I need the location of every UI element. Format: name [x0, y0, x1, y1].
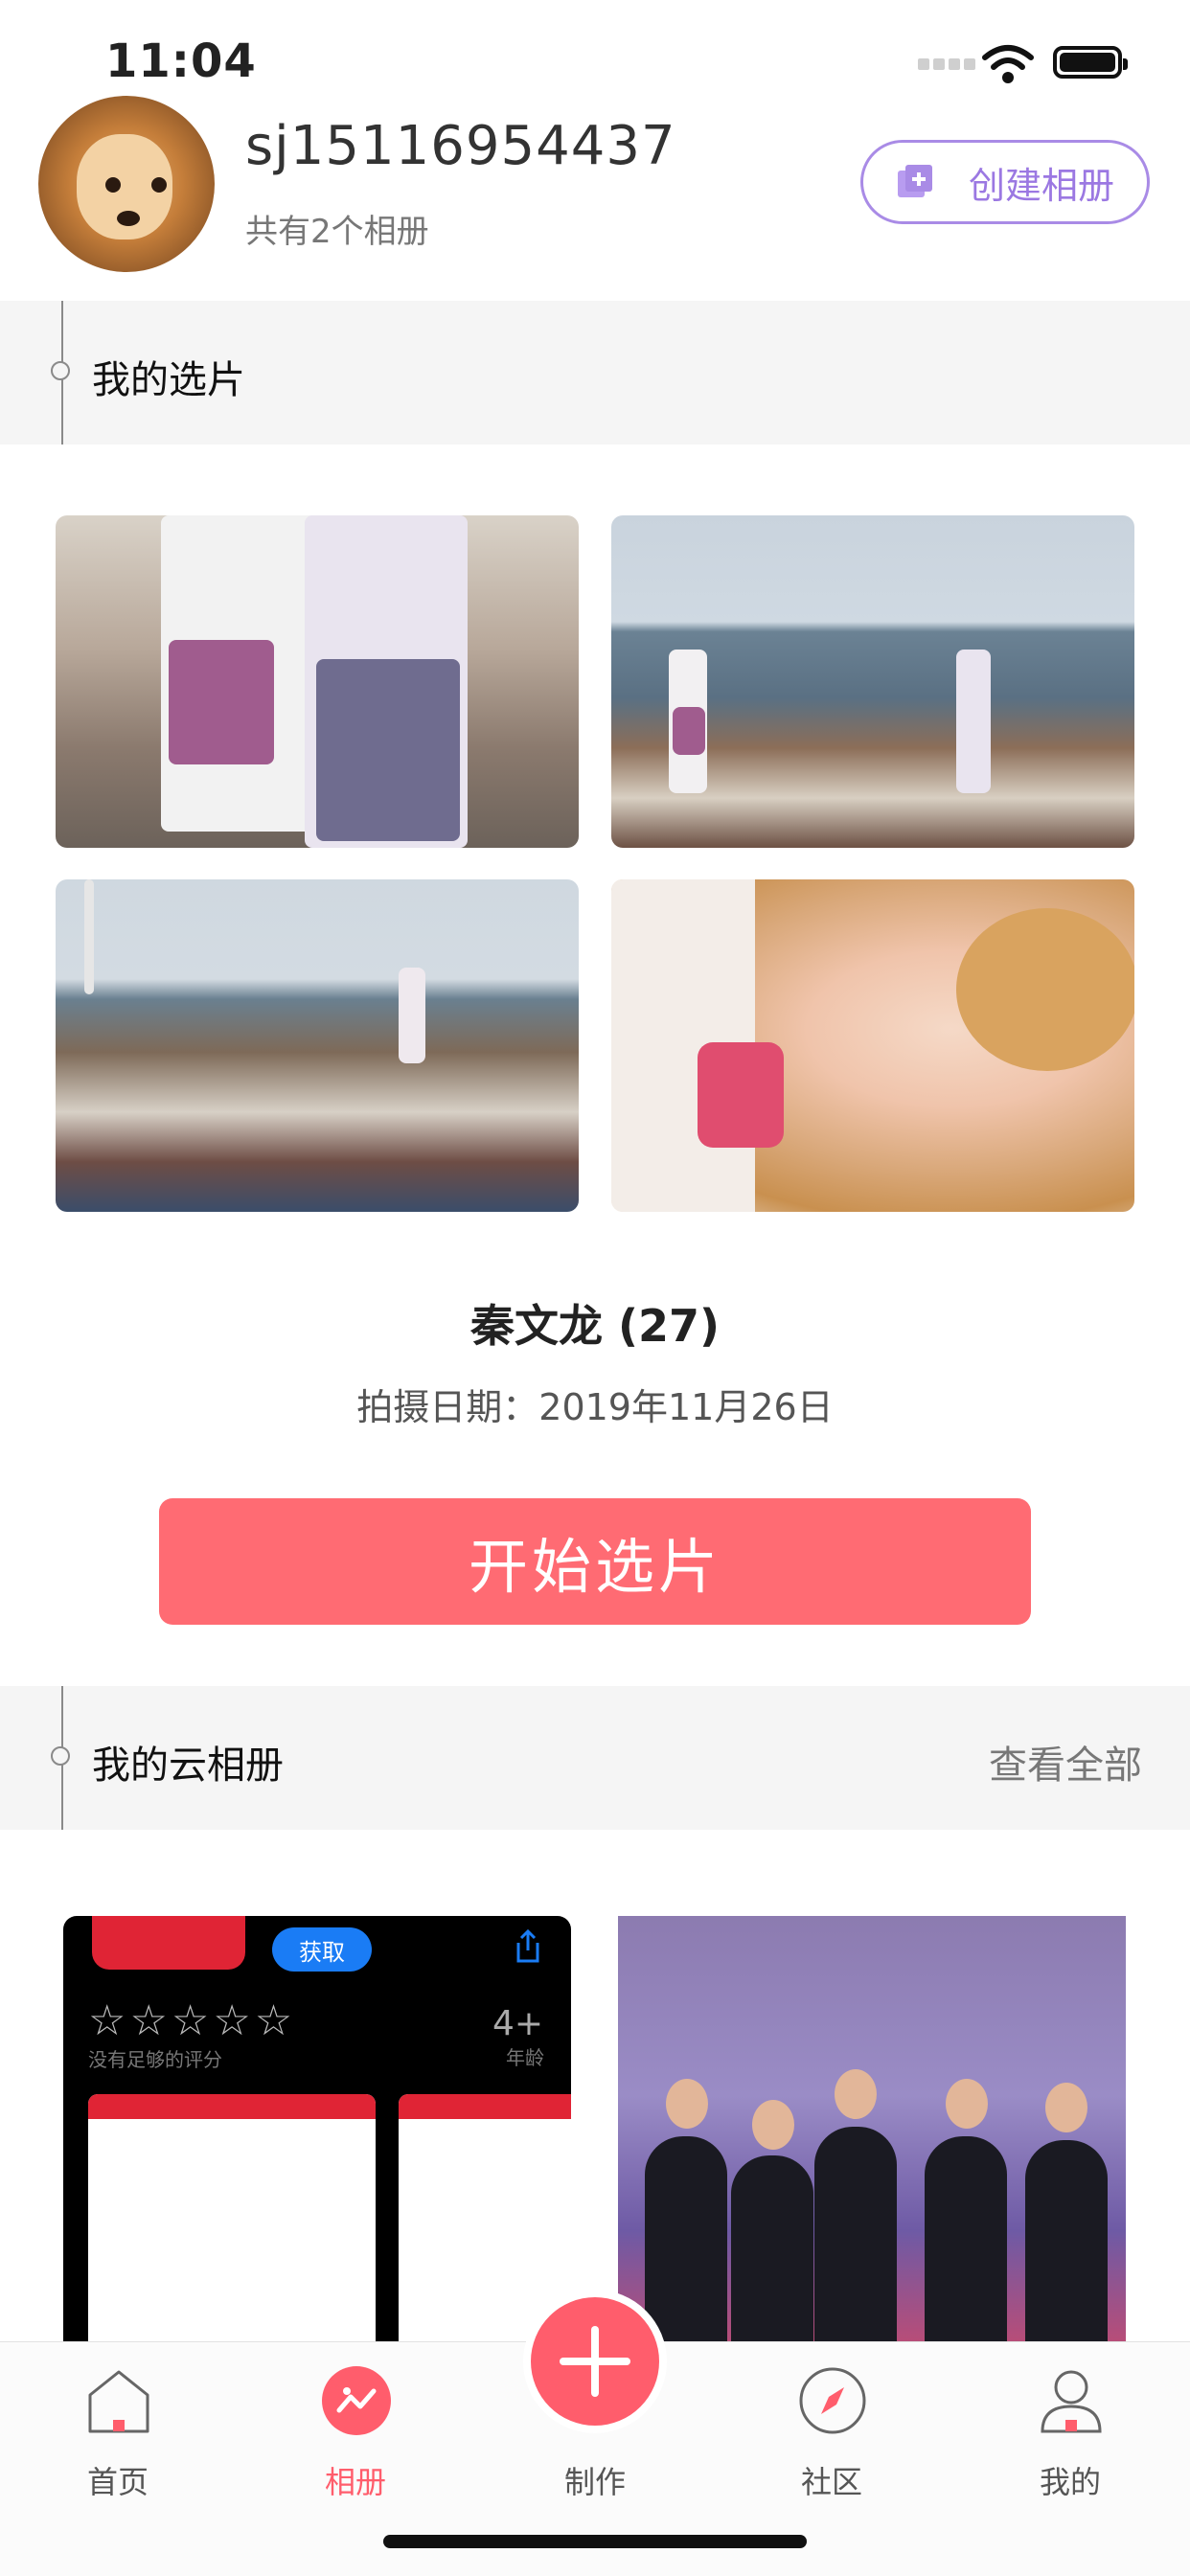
selection-photo-4[interactable] [611, 879, 1134, 1212]
tab-home[interactable]: 首页 [46, 2366, 190, 2510]
status-time: 11:04 [105, 34, 257, 88]
album-name: 秦文龙 (27) [469, 1300, 721, 1352]
home-icon [88, 2370, 149, 2433]
section-cloud-albums: 我的云相册 查看全部 [0, 1686, 1190, 1830]
app-screenshot-1 [88, 2094, 376, 2366]
tab-label: 社区 [800, 2464, 862, 2500]
view-all-link[interactable]: 查看全部 [989, 1734, 1142, 1790]
selection-photo-2[interactable] [611, 515, 1134, 848]
tab-mine[interactable]: 我的 [998, 2366, 1142, 2510]
tab-album[interactable]: 相册 [284, 2366, 427, 2510]
create-album-button[interactable]: 创建相册 [860, 140, 1150, 224]
cloud-album-2[interactable] [618, 1916, 1126, 2366]
rating-stars: ☆☆☆☆☆ [88, 1996, 297, 2045]
shoot-date: 拍摄日期：2019年11月26日 [356, 1386, 834, 1428]
get-button: 获取 [272, 1927, 372, 1972]
section-my-selection: 我的选片 [0, 301, 1190, 445]
cloud-album-1[interactable]: 获取 ☆☆☆☆☆ 4+ 年龄 没有足够的评分 [63, 1916, 571, 2366]
battery-icon [1053, 46, 1128, 79]
no-ratings-text: 没有足够的评分 [88, 2048, 222, 2071]
create-album-label: 创建相册 [969, 164, 1115, 207]
user-icon [1041, 2370, 1102, 2433]
home-indicator[interactable] [383, 2535, 807, 2548]
avatar[interactable] [38, 96, 215, 272]
selection-photo-1[interactable] [56, 515, 579, 848]
tab-label: 我的 [1039, 2464, 1101, 2500]
username: sj15116954437 [245, 115, 676, 177]
section-title: 我的选片 [92, 358, 245, 402]
age-rating: 4+ [492, 2004, 544, 2043]
compass-icon [799, 2367, 866, 2434]
tab-community[interactable]: 社区 [760, 2366, 904, 2510]
start-selection-button[interactable]: 开始选片 [159, 1498, 1031, 1625]
wifi-icon [982, 45, 1034, 83]
create-fab[interactable] [531, 2297, 659, 2426]
share-icon [516, 1929, 539, 1963]
signal-icon [918, 56, 979, 74]
section-title: 我的云相册 [92, 1744, 284, 1788]
add-album-icon [898, 165, 932, 197]
tab-label: 首页 [86, 2464, 149, 2500]
age-label: 年龄 [506, 2046, 544, 2069]
album-icon [322, 2366, 391, 2435]
selection-photo-3[interactable] [56, 879, 579, 1212]
tab-label: 相册 [324, 2464, 386, 2500]
tab-label-make[interactable]: 制作 [531, 2458, 659, 2502]
album-count: 共有2个相册 [245, 213, 429, 251]
